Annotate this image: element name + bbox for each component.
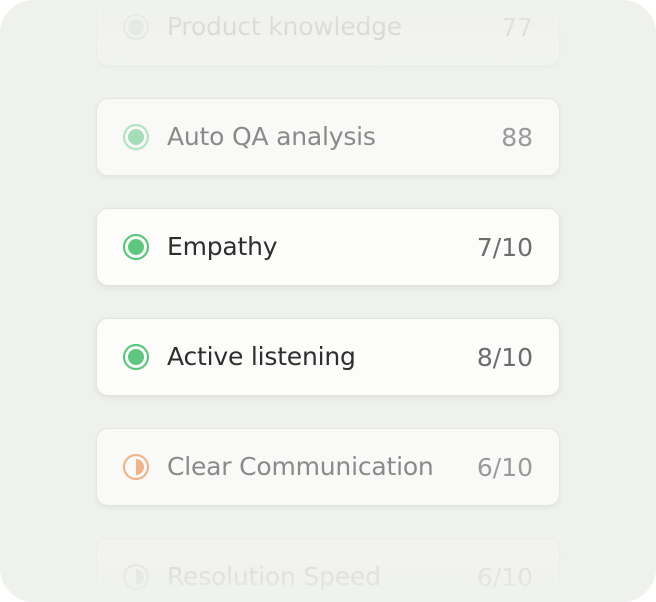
metric-row-product-knowledge[interactable]: Product knowledge 77 (96, 0, 560, 66)
half-circle-icon (122, 563, 150, 591)
metric-score: 6/10 (476, 453, 533, 483)
status-dot-icon (122, 233, 150, 261)
metrics-panel: Product knowledge 77 Auto QA analysis 88… (0, 0, 656, 602)
metric-row-clear-communication[interactable]: Clear Communication 6/10 (96, 428, 560, 506)
metric-score: 6/10 (476, 563, 533, 593)
metric-score: 77 (501, 13, 533, 43)
metric-row-auto-qa-analysis[interactable]: Auto QA analysis 88 (96, 98, 560, 176)
metric-score: 7/10 (476, 233, 533, 263)
metric-label: Resolution Speed (167, 561, 381, 591)
metric-score: 8/10 (476, 343, 533, 373)
half-circle-icon (122, 453, 150, 481)
metric-label: Clear Communication (167, 451, 434, 481)
metric-label: Product knowledge (167, 11, 402, 41)
metric-label: Empathy (167, 231, 278, 261)
status-dot-icon (122, 13, 150, 41)
status-dot-icon (122, 123, 150, 151)
metric-row-active-listening[interactable]: Active listening 8/10 (96, 318, 560, 396)
metric-label: Active listening (167, 341, 356, 371)
metric-row-empathy[interactable]: Empathy 7/10 (96, 208, 560, 286)
metric-score: 88 (501, 123, 533, 153)
metric-row-resolution-speed[interactable]: Resolution Speed 6/10 (96, 538, 560, 602)
status-dot-icon (122, 343, 150, 371)
metric-label: Auto QA analysis (167, 121, 376, 151)
